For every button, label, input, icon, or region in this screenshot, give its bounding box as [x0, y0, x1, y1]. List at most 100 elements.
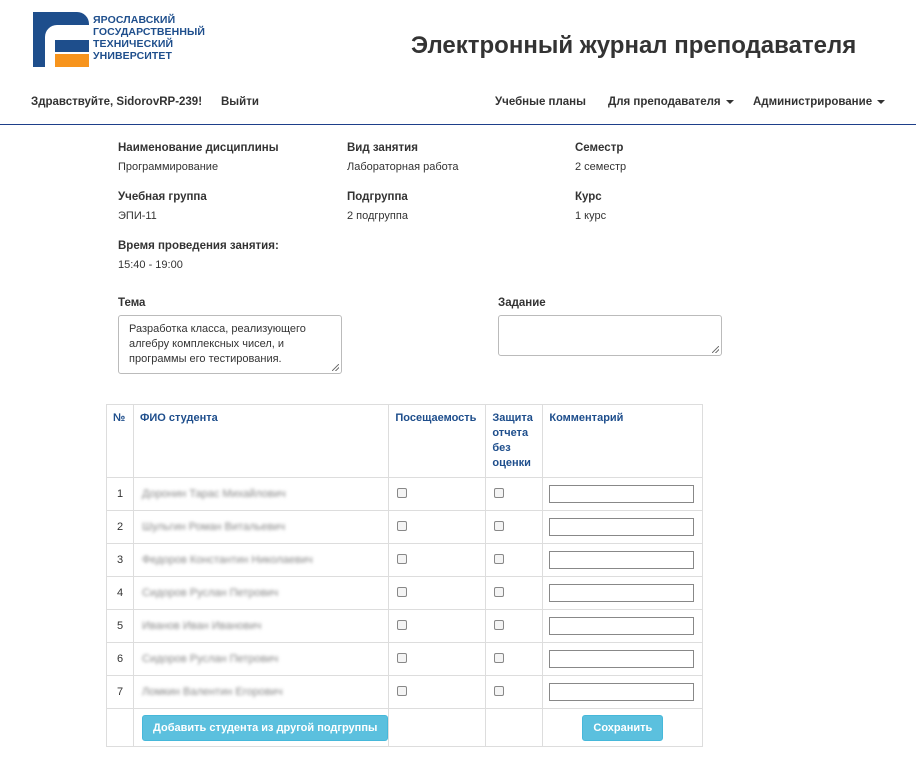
attendance-checkbox[interactable] [397, 553, 408, 564]
table-row: 4 Сидоров Руслан Петрович [106, 576, 704, 610]
row-number: 2 [106, 510, 134, 544]
task-label: Задание [498, 297, 546, 309]
comment-input[interactable] [549, 617, 695, 635]
table-row: 7 Ломкин Валентин Егорович [106, 675, 704, 709]
navbar: Здравствуйте, SidorovRP-239! Выйти Учебн… [0, 88, 916, 125]
course-label: Курс [575, 191, 602, 203]
nav-admin-label: Администрирование [753, 96, 873, 108]
col-defense-header-text: Защита отчета без оценки [492, 412, 533, 469]
table-row: 2 Шульгин Роман Витальевич [106, 510, 704, 544]
logout-link[interactable]: Выйти [221, 96, 259, 108]
comment-cell [542, 576, 704, 610]
attendance-checkbox[interactable] [397, 685, 408, 696]
col-num-header: № [106, 404, 134, 478]
resize-grip-icon[interactable] [332, 364, 339, 371]
student-name: Шульгин Роман Витальевич [132, 510, 390, 544]
student-name: Доронин Тарас Михайлович [132, 477, 390, 511]
student-name: Сидоров Руслан Петрович [132, 576, 390, 610]
defense-checkbox[interactable] [494, 586, 505, 597]
defense-cell [485, 543, 544, 577]
nav-admin-dropdown[interactable]: Администрирование [753, 96, 886, 108]
defense-cell [485, 642, 544, 676]
topic-text: Разработка класса, реализующего алгебру … [129, 323, 306, 365]
defense-checkbox[interactable] [494, 487, 505, 498]
footer-empty-cell [106, 708, 134, 747]
task-textarea[interactable] [498, 315, 722, 356]
save-button[interactable]: Сохранить [582, 714, 664, 741]
attendance-cell [388, 477, 487, 511]
col-defense-header: Защита отчета без оценки [485, 404, 544, 478]
table-footer-row: Добавить студента из другой подгруппы Со… [106, 708, 704, 747]
comment-input[interactable] [549, 650, 695, 668]
row-number: 7 [106, 675, 134, 709]
nav-study-plans[interactable]: Учебные планы [495, 96, 586, 108]
students-table: № ФИО студента Посещаемость Защита отчет… [106, 404, 704, 747]
topic-textarea[interactable]: Разработка класса, реализующего алгебру … [118, 315, 342, 374]
student-name: Федоров Константин Николаевич [132, 543, 390, 577]
col-attendance-header: Посещаемость [388, 404, 487, 478]
defense-checkbox[interactable] [494, 520, 505, 531]
course-value: 1 курс [575, 210, 607, 222]
col-comment-header: Комментарий [542, 404, 704, 478]
nav-for-teachers-label: Для преподавателя [608, 96, 721, 108]
topic-label: Тема [118, 297, 146, 309]
comment-cell [542, 510, 704, 544]
subgroup-label: Подгруппа [347, 191, 408, 203]
semester-value: 2 семестр [575, 161, 627, 173]
comment-input[interactable] [549, 551, 695, 569]
defense-cell [485, 675, 544, 709]
attendance-checkbox[interactable] [397, 520, 408, 531]
logo-text: ЯРОСЛАВСКИЙ ГОСУДАРСТВЕННЫЙ ТЕХНИЧЕСКИЙ … [93, 14, 206, 62]
semester-label: Семестр [575, 142, 624, 154]
comment-input[interactable] [549, 584, 695, 602]
row-number: 6 [106, 642, 134, 676]
defense-cell [485, 609, 544, 643]
student-name: Ломкин Валентин Егорович [132, 675, 390, 709]
defense-checkbox[interactable] [494, 652, 505, 663]
attendance-checkbox[interactable] [397, 586, 408, 597]
add-student-button[interactable]: Добавить студента из другой подгруппы [142, 714, 389, 741]
nav-for-teachers-dropdown[interactable]: Для преподавателя [608, 96, 734, 108]
footer-empty-cell [485, 708, 544, 747]
defense-cell [485, 477, 544, 511]
time-value: 15:40 - 19:00 [118, 259, 183, 271]
app-title: Электронный журнал преподавателя [411, 32, 857, 59]
footer-add-cell: Добавить студента из другой подгруппы [132, 708, 390, 747]
comment-input[interactable] [549, 485, 695, 503]
footer-empty-cell [388, 708, 487, 747]
lesson-type-value: Лабораторная работа [347, 161, 459, 173]
row-number: 4 [106, 576, 134, 610]
table-row: 5 Иванов Иван Иванович [106, 609, 704, 643]
attendance-checkbox[interactable] [397, 487, 408, 498]
university-logo[interactable]: ЯРОСЛАВСКИЙ ГОСУДАРСТВЕННЫЙ ТЕХНИЧЕСКИЙ … [33, 12, 206, 70]
comment-cell [542, 642, 704, 676]
attendance-checkbox[interactable] [397, 619, 408, 630]
student-name: Сидоров Руслан Петрович [132, 642, 390, 676]
student-name: Иванов Иван Иванович [132, 609, 390, 643]
lesson-type-label: Вид занятия [347, 142, 418, 154]
resize-grip-icon[interactable] [712, 346, 719, 353]
attendance-cell [388, 609, 487, 643]
defense-checkbox[interactable] [494, 619, 505, 630]
time-label: Время проведения занятия: [118, 240, 279, 252]
caret-down-icon [877, 99, 886, 104]
attendance-checkbox[interactable] [397, 652, 408, 663]
group-label: Учебная группа [118, 191, 207, 203]
comment-input[interactable] [549, 518, 695, 536]
col-fio-header: ФИО студента [132, 404, 390, 478]
row-number: 1 [106, 477, 134, 511]
caret-down-icon [725, 99, 734, 104]
row-number: 5 [106, 609, 134, 643]
attendance-cell [388, 510, 487, 544]
attendance-cell [388, 576, 487, 610]
attendance-cell [388, 642, 487, 676]
table-row: 3 Федоров Константин Николаевич [106, 543, 704, 577]
discipline-label: Наименование дисциплины [118, 142, 279, 154]
comment-input[interactable] [549, 683, 695, 701]
subgroup-value: 2 подгруппа [347, 210, 408, 222]
defense-checkbox[interactable] [494, 553, 505, 564]
table-row: 6 Сидоров Руслан Петрович [106, 642, 704, 676]
defense-checkbox[interactable] [494, 685, 505, 696]
table-row: 1 Доронин Тарас Михайлович [106, 477, 704, 511]
university-logo-icon [33, 12, 89, 67]
